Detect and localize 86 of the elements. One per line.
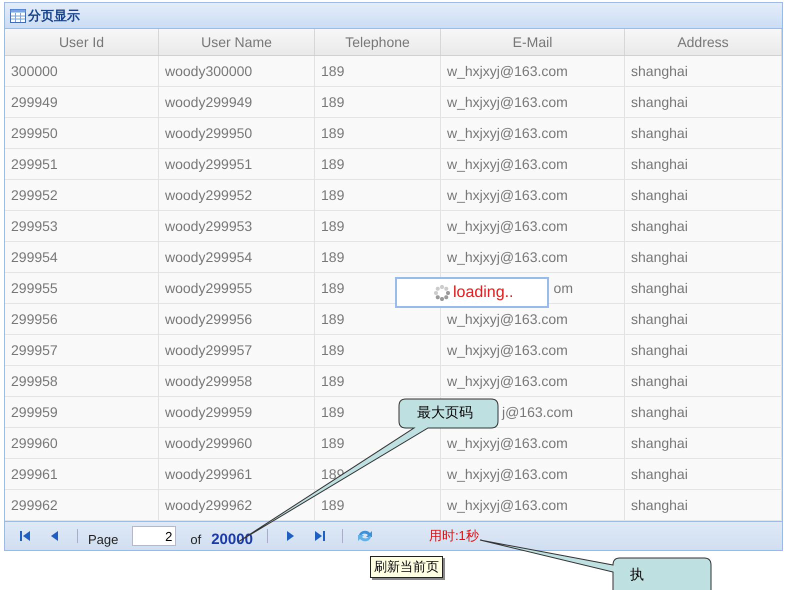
column-header[interactable]: E-Mail (441, 29, 625, 55)
table-cell: 299953 (5, 211, 159, 241)
spinner-icon (433, 284, 451, 302)
table-cell: w_hxjxyj@163.com (441, 180, 625, 210)
table-cell: om (554, 280, 573, 296)
refresh-icon (356, 528, 374, 544)
table-cell: 189 (315, 180, 441, 210)
table-cell: shanghai (625, 56, 782, 86)
table-cell: 189 (315, 149, 441, 179)
table-cell: woody299951 (159, 149, 315, 179)
table-cell: 189 (315, 118, 441, 148)
table-cell: 299956 (5, 304, 159, 334)
table-cell: w_hxjxyj@163.com (441, 335, 625, 365)
table-cell: 300000 (5, 56, 159, 86)
table-cell: 299950 (5, 118, 159, 148)
table-icon (10, 8, 26, 22)
elapsed-time: 用时:1秒 (428, 527, 479, 545)
page-input[interactable]: 2 (132, 526, 176, 546)
table-cell: shanghai (625, 459, 782, 489)
table-cell: w_hxjxyj@163.com (441, 87, 625, 117)
tooltip: 刷新当前页 (370, 556, 443, 578)
table-cell: woody299950 (159, 118, 315, 148)
total-pages: 20000 (211, 530, 253, 548)
table-cell: w_hxjxyj@163.com (441, 459, 625, 489)
table-cell: woody299952 (159, 180, 315, 210)
table-cell: shanghai (625, 149, 782, 179)
table-cell: w_hxjxyj@163.com (441, 149, 625, 179)
table-cell: 299951 (5, 149, 159, 179)
table-cell: 299952 (5, 180, 159, 210)
table-cell: w_hxjxyj@163.com (441, 366, 625, 396)
table-cell: 189 (315, 56, 441, 86)
table-cell: shanghai (625, 211, 782, 241)
table-cell: woody299956 (159, 304, 315, 334)
callout-text: 最大页码 (417, 404, 473, 422)
page-label: Page (88, 532, 118, 546)
table-cell: shanghai (625, 180, 782, 210)
table-cell: shanghai (625, 242, 782, 272)
table-cell: w_hxjxyj@163.com (441, 118, 625, 148)
table-cell: 299962 (5, 490, 159, 520)
table-cell: woody300000 (159, 56, 315, 86)
table-cell: 189 (315, 211, 441, 241)
table-cell: woody299954 (159, 242, 315, 272)
first-page-icon (18, 529, 32, 543)
table-cell: shanghai (625, 397, 782, 427)
table-cell: w_hxjxyj@163.com (441, 56, 625, 86)
table-cell: woody299960 (159, 428, 315, 458)
table-cell: 299957 (5, 335, 159, 365)
table-cell: 189 (315, 366, 441, 396)
table-cell: shanghai (625, 273, 782, 303)
column-header[interactable]: User Name (159, 29, 315, 55)
table-cell: 299958 (5, 366, 159, 396)
table-cell: w_hxjxyj@163.com (441, 490, 625, 520)
table-cell: 299960 (5, 428, 159, 458)
table-cell: woody299953 (159, 211, 315, 241)
table-cell: shanghai (625, 428, 782, 458)
table-cell: 299959 (5, 397, 159, 427)
of-label: of (190, 532, 202, 546)
table-cell: 299954 (5, 242, 159, 272)
table-cell: shanghai (625, 304, 782, 334)
table-cell: shanghai (625, 366, 782, 396)
last-page-icon (312, 529, 327, 543)
table-cell: woody299959 (159, 397, 315, 427)
table-cell: 189 (315, 242, 441, 272)
table-cell: 299949 (5, 87, 159, 117)
table-cell: 299955 (5, 273, 159, 303)
column-header[interactable]: Telephone (315, 29, 441, 55)
table-cell: woody299958 (159, 366, 315, 396)
table-cell: woody299949 (159, 87, 315, 117)
table-cell: woody299957 (159, 335, 315, 365)
panel-title: 分页显示 (28, 8, 80, 24)
callout-text: 执 (630, 566, 644, 584)
table-cell: 189 (315, 87, 441, 117)
table-cell: woody299961 (159, 459, 315, 489)
table-cell: 299961 (5, 459, 159, 489)
table-cell: shanghai (625, 335, 782, 365)
loading-text: loading.. (453, 284, 514, 302)
table-cell: 189 (315, 335, 441, 365)
column-header[interactable]: Address (625, 29, 782, 55)
table-cell: woody299955 (159, 273, 315, 303)
table-cell: shanghai (625, 118, 782, 148)
table-cell: j@163.com (502, 404, 573, 420)
table-cell: shanghai (625, 490, 782, 520)
table-cell: w_hxjxyj@163.com (441, 242, 625, 272)
table-cell: w_hxjxyj@163.com (441, 211, 625, 241)
column-header[interactable]: User Id (5, 29, 159, 55)
table-cell: shanghai (625, 87, 782, 117)
